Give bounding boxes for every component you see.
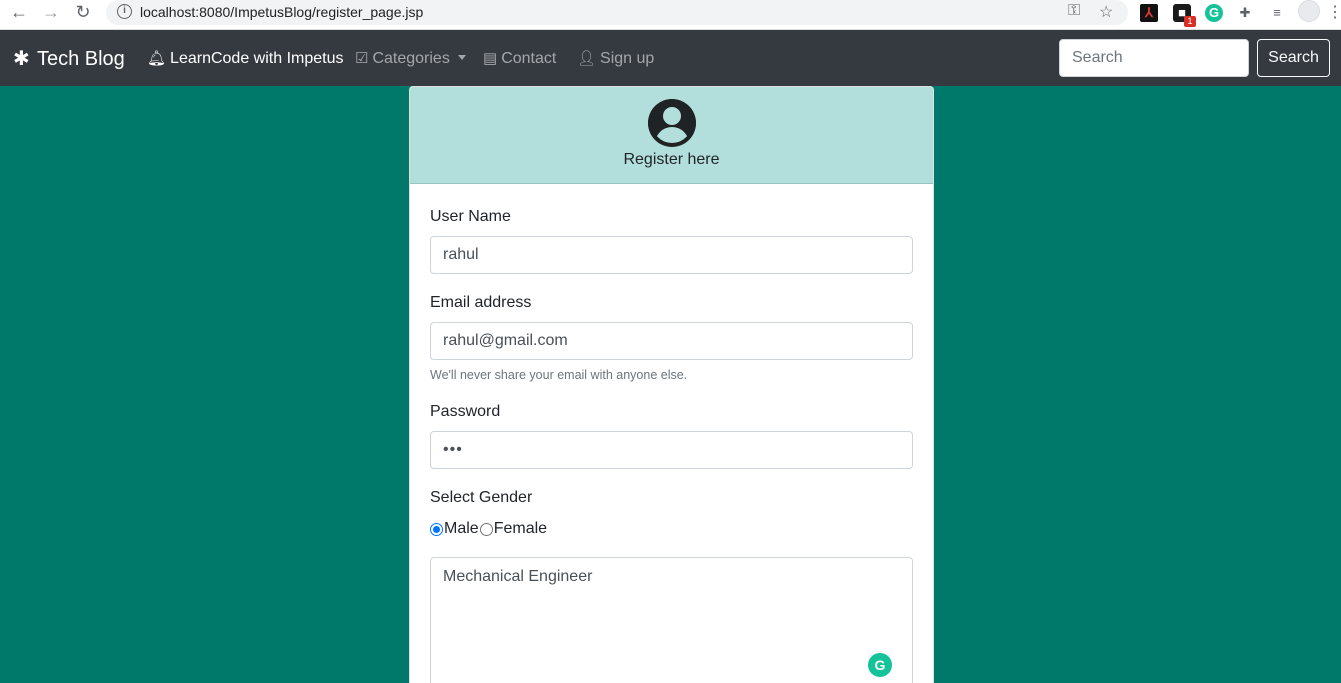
browser-toolbar: ← → ↻ i localhost:8080/ImpetusBlog/regis… — [0, 0, 1341, 30]
username-label: User Name — [430, 208, 511, 225]
password-input[interactable] — [430, 431, 913, 469]
bell-icon: 🔔︎ — [147, 50, 167, 67]
brand-link[interactable]: ✱ Tech Blog — [13, 46, 125, 71]
email-help-text: We'll never share your email with anyone… — [430, 368, 688, 382]
asterisk-icon: ✱ — [13, 48, 30, 70]
key-icon[interactable]: ⚿ — [1068, 2, 1080, 20]
gender-label: Select Gender — [430, 489, 533, 506]
nav-signup-label: Sign up — [600, 50, 655, 67]
female-radio-label[interactable]: Female — [494, 520, 547, 538]
search-input[interactable] — [1059, 39, 1249, 77]
grammarly-extension-icon[interactable]: G — [1205, 4, 1223, 22]
profile-icon[interactable] — [1298, 0, 1320, 22]
address-card-icon: ▤ — [483, 50, 498, 67]
brand-label: Tech Blog — [36, 48, 125, 70]
email-input[interactable] — [430, 322, 913, 360]
reload-icon[interactable]: ↻ — [70, 1, 96, 25]
female-radio[interactable] — [479, 522, 493, 536]
badge-extension-icon[interactable]: ■ 1 — [1173, 4, 1196, 27]
nav-signup[interactable]: 👤︎ Sign up — [577, 49, 654, 68]
username-input[interactable] — [430, 236, 913, 274]
nav-learncode[interactable]: 🔔︎ LearnCode with Impetus — [147, 49, 343, 68]
email-label: Email address — [430, 294, 532, 311]
gender-radio-group: Male Female — [430, 520, 547, 538]
user-plus-icon: 👤︎ — [577, 50, 597, 67]
register-card: Register here User Name Email address We… — [409, 86, 934, 683]
forward-icon[interactable]: → — [38, 1, 64, 25]
user-circle-icon — [648, 99, 696, 147]
extension-badge-count: 1 — [1184, 16, 1196, 27]
star-icon[interactable]: ☆ — [1099, 2, 1113, 22]
search-button[interactable]: Search — [1257, 39, 1330, 77]
password-label: Password — [430, 403, 501, 420]
register-title: Register here — [623, 151, 720, 168]
url-text[interactable]: localhost:8080/ImpetusBlog/register_page… — [140, 4, 423, 20]
male-radio-label[interactable]: Male — [444, 520, 479, 538]
media-list-icon[interactable]: ≡ — [1268, 4, 1286, 22]
nav-contact-label: Contact — [501, 50, 557, 67]
back-icon[interactable]: ← — [6, 1, 32, 25]
caret-down-icon — [457, 55, 466, 60]
check-square-icon: ☑ — [355, 50, 369, 67]
nav-contact[interactable]: ▤ Contact — [483, 49, 556, 68]
card-header: Register here — [410, 87, 933, 184]
male-radio[interactable] — [430, 522, 443, 536]
nav-categories-dropdown[interactable]: ☑ Categories — [355, 49, 466, 68]
puzzle-icon[interactable]: ✚ — [1236, 4, 1254, 22]
navbar: ✱ Tech Blog 🔔︎ LearnCode with Impetus ☑ Ca… — [0, 30, 1341, 86]
pdf-extension-icon[interactable]: ⅄ — [1140, 4, 1158, 22]
nav-learncode-label: LearnCode with Impetus — [170, 50, 344, 67]
grammarly-icon[interactable]: G — [868, 653, 892, 677]
address-bar[interactable]: i localhost:8080/ImpetusBlog/register_pa… — [106, 0, 1128, 25]
about-textarea[interactable]: Mechanical Engineer — [430, 557, 913, 683]
menu-dots-icon[interactable]: ⋮ — [1327, 2, 1341, 22]
info-icon[interactable]: i — [117, 4, 132, 19]
nav-categories-label: Categories — [372, 50, 450, 67]
